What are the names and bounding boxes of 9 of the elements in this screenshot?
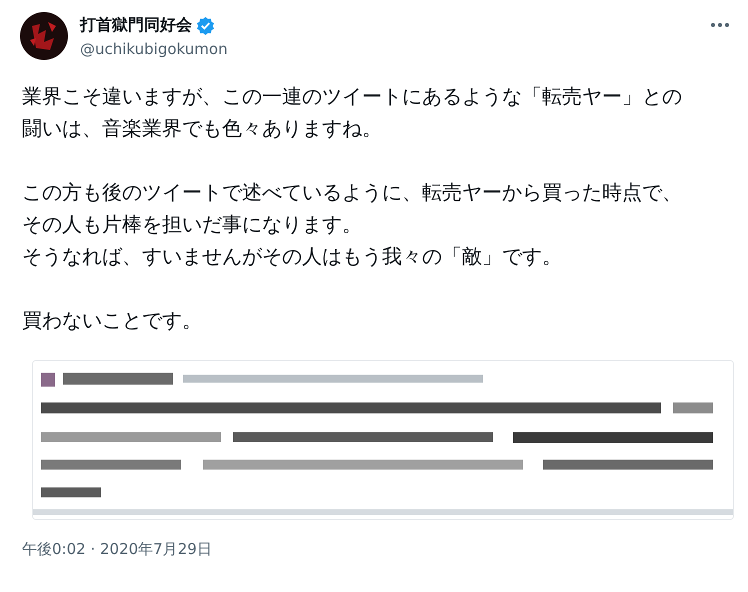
account-name[interactable]: 打首獄門同好会	[80, 15, 192, 36]
account-handle[interactable]: @uchikubigokumon	[80, 40, 698, 58]
more-options-icon[interactable]	[710, 22, 730, 28]
tweet-text: 買わないことです。	[22, 307, 203, 334]
avatar-icon[interactable]	[20, 12, 68, 60]
timestamp[interactable]: 午後0:02 · 2020年7月29日	[22, 540, 734, 559]
tweet-text: そうなれば、すいませんがその人はもう我々の「敵」です。	[22, 243, 563, 270]
tweet-text: この方も後のツイートで述べているように、転売ヤーから買った時点で、その人も片棒を担いだ事になります。	[22, 179, 683, 238]
tweet-text: 業界こそ違いますが、この一連のツイートにあるような「転売ヤー」との闘いは、音楽業界でも色々ありますね。	[22, 83, 683, 142]
